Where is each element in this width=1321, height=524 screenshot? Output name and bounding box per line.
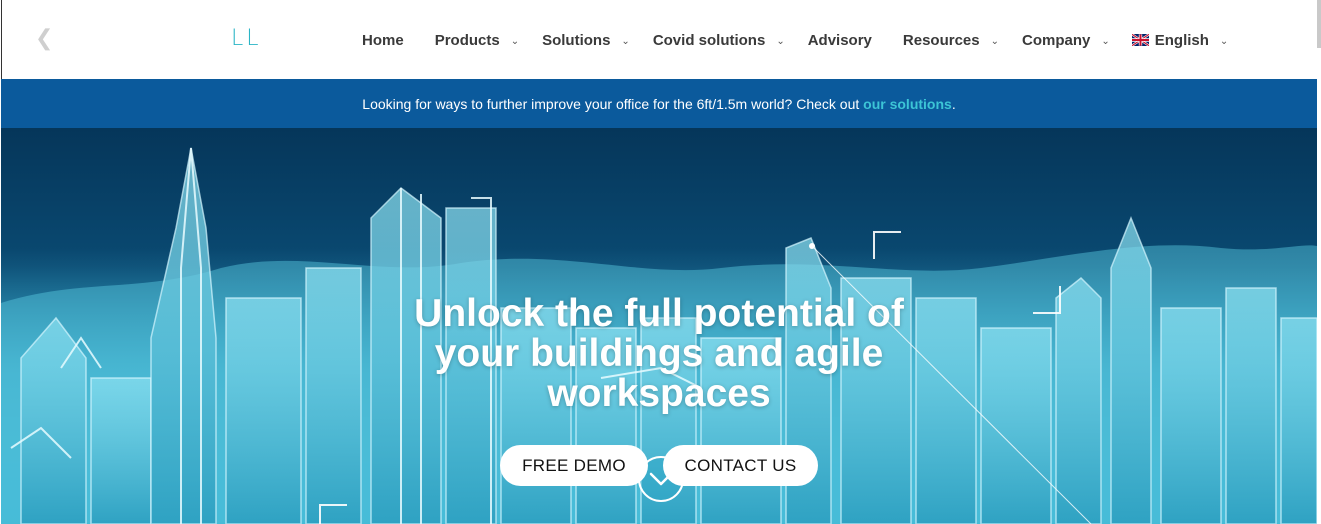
nav-item-label: Covid solutions — [652, 31, 766, 49]
announcement-suffix: . — [951, 95, 956, 112]
decorative-corner — [873, 231, 901, 259]
nav-item-label: Resources — [902, 31, 980, 49]
nav-item-solutions[interactable]: Solutions ⌄ — [542, 32, 630, 49]
chevron-down-icon: ⌄ — [1101, 35, 1110, 47]
back-arrow-icon[interactable]: ❮ — [35, 28, 53, 50]
chevron-down-icon: ⌄ — [510, 35, 520, 47]
hero-section: Unlock the full potential of your buildi… — [1, 128, 1317, 524]
nav-item-products[interactable]: Products ⌄ — [435, 32, 519, 49]
announcement-bar: Looking for ways to further improve your… — [1, 79, 1317, 128]
nav-item-label: Solutions — [542, 31, 611, 49]
nav-item-label: Company — [1022, 31, 1091, 49]
nav-item-resources[interactable]: Resources ⌄ — [903, 32, 999, 49]
scrollbar[interactable] — [1317, 0, 1321, 48]
nav-item-language[interactable]: English ⌄ — [1131, 31, 1229, 49]
nav-item-label: Home — [362, 31, 404, 49]
nav-item-covid-solutions[interactable]: Covid solutions ⌄ — [653, 32, 785, 49]
nav-item-label: English — [1154, 31, 1209, 49]
hero-title-line: your buildings and agile — [434, 332, 884, 375]
nav-item-home[interactable]: Home — [362, 32, 404, 49]
chevron-down-icon: ⌄ — [621, 35, 630, 47]
site-logo[interactable]: LL — [231, 26, 262, 52]
nav-item-company[interactable]: Company ⌄ — [1022, 32, 1110, 49]
contact-us-button[interactable]: CONTACT US — [663, 445, 818, 486]
chevron-down-icon: ⌄ — [990, 35, 1000, 47]
site-header: ❮ LL Home Products ⌄ Solutions ⌄ Covid s… — [1, 0, 1317, 79]
hero-title-line: workspaces — [547, 372, 771, 415]
nav-item-label: Advisory — [807, 31, 872, 49]
uk-flag-icon — [1131, 34, 1149, 46]
hero-title-line: Unlock the full potential of — [414, 292, 904, 335]
hero-title: Unlock the full potential of your buildi… — [1, 294, 1317, 414]
our-solutions-link[interactable]: our solutions — [863, 96, 952, 112]
chevron-down-icon: ⌄ — [1219, 35, 1229, 47]
main-nav: Home Products ⌄ Solutions ⌄ Covid soluti… — [362, 28, 1228, 52]
announcement-text: Looking for ways to further improve your… — [362, 95, 864, 112]
nav-item-advisory[interactable]: Advisory — [808, 32, 872, 49]
nav-item-label: Products — [434, 31, 500, 49]
chevron-down-icon: ⌄ — [776, 35, 785, 47]
free-demo-button[interactable]: FREE DEMO — [500, 445, 648, 486]
decorative-corner — [319, 504, 347, 524]
